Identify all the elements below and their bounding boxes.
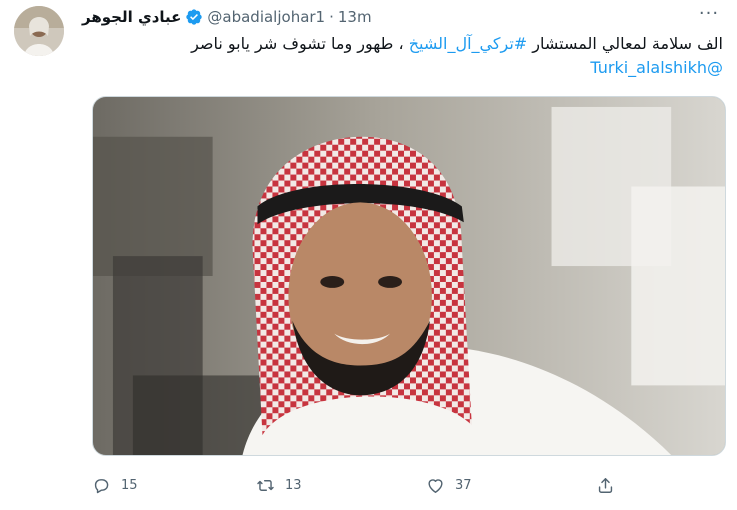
- photo-man-in-shemagh-icon: [93, 97, 725, 455]
- tweet[interactable]: عبادي الجوهر @abadialjohar1 · 13m ··· ال…: [0, 0, 737, 510]
- mention-link[interactable]: @Turki_alalshikh: [590, 58, 723, 77]
- tweet-text: الف سلامة لمعالي المستشار #تركي_آل_الشيخ…: [82, 32, 723, 80]
- author-handle[interactable]: @abadialjohar1: [207, 8, 325, 26]
- reply-button[interactable]: 15: [92, 476, 206, 495]
- author-display-name[interactable]: عبادي الجوهر: [82, 8, 181, 26]
- hashtag-link[interactable]: #تركي_آل_الشيخ: [409, 34, 527, 53]
- tweet-actions: 15 13 37: [82, 470, 642, 500]
- share-icon: [596, 476, 615, 495]
- retweet-icon: [256, 476, 275, 495]
- reply-icon: [92, 476, 111, 495]
- header-separator: ·: [329, 8, 334, 26]
- verified-badge-icon: [185, 8, 203, 26]
- retweet-button[interactable]: 13: [256, 476, 406, 495]
- like-count: 37: [455, 477, 472, 493]
- share-button[interactable]: [596, 476, 615, 495]
- avatar-photo-icon: [14, 6, 64, 56]
- author-avatar[interactable]: [14, 6, 64, 56]
- heart-icon: [426, 476, 445, 495]
- tweet-photo[interactable]: [92, 96, 726, 456]
- tweet-timestamp[interactable]: 13m: [338, 8, 372, 26]
- tweet-text-part1: الف سلامة لمعالي المستشار: [527, 34, 723, 53]
- tweet-header: عبادي الجوهر @abadialjohar1 · 13m: [82, 6, 372, 28]
- like-button[interactable]: 37: [426, 476, 576, 495]
- reply-count: 15: [121, 477, 138, 493]
- retweet-count: 13: [285, 477, 302, 493]
- tweet-text-part2: ، طهور وما تشوف شر يابو ناصر: [191, 34, 409, 53]
- more-icon[interactable]: ···: [695, 4, 723, 28]
